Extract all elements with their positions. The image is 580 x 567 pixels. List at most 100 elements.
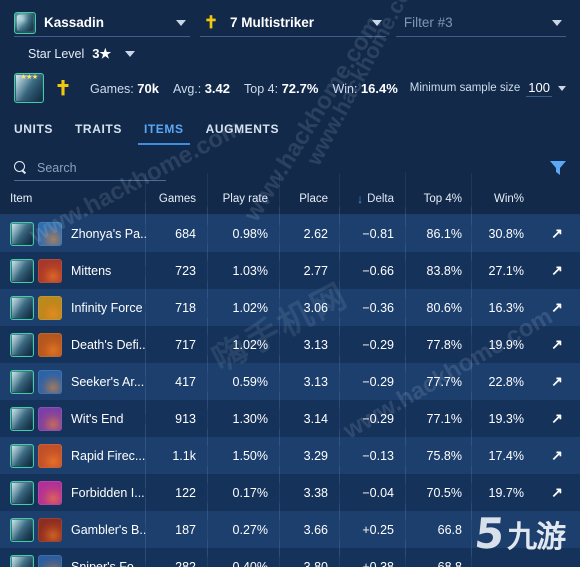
- row-icons: [10, 221, 62, 246]
- column-header-delta-label: Delta: [367, 192, 394, 205]
- cell-games: 417: [146, 354, 208, 409]
- row-icons: [10, 406, 62, 431]
- cell-play-rate: 1.02%: [208, 317, 280, 372]
- column-header-top4[interactable]: Top 4%: [406, 172, 472, 225]
- expand-row-button[interactable]: ↗: [534, 411, 580, 426]
- table-row[interactable]: Seeker's Ar... 417 0.59% 3.13 −0.29 77.7% 22.8…: [0, 349, 580, 414]
- search-box[interactable]: [14, 155, 166, 181]
- cell-win: 30.8%: [488, 226, 524, 241]
- column-header-item[interactable]: Item: [0, 172, 146, 225]
- filter-three-dropdown[interactable]: Filter #3: [395, 9, 566, 37]
- funnel-filter-icon[interactable]: [550, 161, 566, 175]
- cell-place: 3.38: [280, 465, 340, 520]
- cell-place: 3.06: [280, 280, 340, 335]
- tab-traits[interactable]: TRAITS: [75, 113, 122, 145]
- expand-row-button[interactable]: ↗: [534, 226, 580, 241]
- cell-play-rate: 0.40%: [208, 539, 280, 567]
- table-row[interactable]: Forbidden I... 122 0.17% 3.38 −0.04 70.5% 19.7…: [0, 460, 580, 525]
- summary-bar: ★★★ ✝ Games: 70k Avg.: 3.42 Top 4: 72.7%…: [0, 65, 580, 113]
- row-icons: [10, 332, 62, 357]
- cell-play-rate: 1.03%: [208, 243, 280, 298]
- cell-place: 3.66: [280, 502, 340, 557]
- champion-portrait-icon: [10, 369, 34, 394]
- expand-row-button[interactable]: ↗: [534, 448, 580, 463]
- item-icon: [38, 258, 62, 283]
- champion-filter-dropdown[interactable]: Kassadin: [14, 9, 191, 37]
- table-row[interactable]: Gambler's B...1870.27%3.66+0.2566.8↗: [0, 497, 580, 562]
- cell-delta: −0.29: [340, 391, 406, 446]
- cell-top4: 86.1%: [406, 206, 472, 261]
- expand-row-button[interactable]: ↗: [534, 263, 580, 278]
- row-icons: [10, 480, 62, 505]
- cell-win: 19.9%: [488, 337, 524, 352]
- cell-item: Forbidden I...: [0, 460, 146, 525]
- cell-top4: 68.8: [406, 539, 472, 567]
- champion-portrait-icon: [10, 443, 34, 468]
- cell-top4: 75.8%: [406, 428, 472, 483]
- expand-arrows-icon: ↗: [551, 447, 563, 463]
- expand-row-button[interactable]: ↗: [534, 374, 580, 389]
- cell-top4: 70.5%: [406, 465, 472, 520]
- sort-descending-icon: ↓: [357, 191, 364, 206]
- table-row[interactable]: Mittens 723 1.03% 2.77 −0.66 83.8% 27.1% ↗: [0, 238, 580, 303]
- star-level-value: 3★: [92, 46, 112, 61]
- table-row[interactable]: Wit's End 913 1.30% 3.14 −0.29 77.1% 19.3% ↗: [0, 386, 580, 451]
- cell-delta: −0.36: [340, 280, 406, 335]
- cell-play-rate: 0.17%: [208, 465, 280, 520]
- expand-row-button[interactable]: ↗: [534, 485, 580, 500]
- cell-place: 3.13: [280, 354, 340, 409]
- column-header-place[interactable]: Place: [280, 172, 340, 225]
- champion-portrait-icon: [10, 554, 34, 567]
- star-level-dropdown[interactable]: Star Level 3★: [0, 37, 580, 65]
- cell-games: 1.1k: [146, 428, 208, 483]
- search-row: [0, 145, 580, 183]
- cell-place: 2.62: [280, 206, 340, 261]
- minimum-sample-size-value[interactable]: 100: [526, 80, 552, 97]
- expand-arrows-icon: ↗: [551, 484, 563, 500]
- champion-portrait-icon: [10, 258, 34, 283]
- cell-delta: +0.25: [340, 502, 406, 557]
- expand-row-button[interactable]: ↗: [534, 300, 580, 315]
- cell-delta: −0.13: [340, 428, 406, 483]
- column-header-play-rate[interactable]: Play rate: [208, 172, 280, 225]
- trait-filter-label: 7 Multistriker: [230, 15, 315, 30]
- item-icon: [38, 369, 62, 394]
- cell-item: Seeker's Ar...: [0, 349, 146, 414]
- expand-arrows-icon: ↗: [551, 225, 563, 241]
- column-header-games[interactable]: Games: [146, 172, 208, 225]
- cell-win: 27.1%: [488, 263, 524, 278]
- summary-champion-icon: ★★★: [14, 73, 44, 103]
- tab-items[interactable]: ITEMS: [137, 113, 190, 145]
- search-input[interactable]: [37, 160, 155, 175]
- champion-filter-label: Kassadin: [44, 15, 105, 30]
- table-row[interactable]: Zhonya's Pa... 684 0.98% 2.62 −0.81 86.1% 30.8…: [0, 201, 580, 266]
- column-header-win[interactable]: Win%: [472, 193, 534, 205]
- cell-play-rate: 1.30%: [208, 391, 280, 446]
- cell-win: 16.3%: [488, 300, 524, 315]
- chevron-down-icon: [558, 85, 566, 91]
- cell-games: 718: [146, 280, 208, 335]
- tab-augments[interactable]: AUGMENTS: [206, 113, 279, 145]
- cell-games: 282: [146, 539, 208, 567]
- table-row[interactable]: Rapid Firec... 1.1k 1.50% 3.29 −0.13 75.8% 17.…: [0, 423, 580, 488]
- table-row[interactable]: Infinity Force 718 1.02% 3.06 −0.36 80.6% 16.3…: [0, 275, 580, 340]
- table-header-row: Item Games Play rate Place ↓ Delta Top 4…: [0, 171, 580, 226]
- expand-arrows-icon: ↗: [551, 410, 563, 426]
- summary-stats: Games: 70k Avg.: 3.42 Top 4: 72.7% Win: …: [90, 81, 398, 96]
- table-row[interactable]: Death's Defi... 717 1.02% 3.13 −0.29 77.8% 19.…: [0, 312, 580, 377]
- minimum-sample-size-control[interactable]: Minimum sample size 100: [410, 80, 566, 97]
- trait-filter-dropdown[interactable]: ✝ 7 Multistriker: [200, 9, 386, 37]
- table-row[interactable]: Sniper's Fo...2820.40%3.80+0.3868.8↗: [0, 534, 580, 567]
- expand-row-button[interactable]: ↗: [534, 337, 580, 352]
- cell-play-rate: 0.59%: [208, 354, 280, 409]
- column-header-delta[interactable]: ↓ Delta: [340, 171, 406, 226]
- cell-place: 3.80: [280, 539, 340, 567]
- tab-bar: UNITS TRAITS ITEMS AUGMENTS: [0, 113, 580, 145]
- cell-top4: 77.7%: [406, 354, 472, 409]
- item-name: Gambler's B...: [71, 522, 146, 537]
- cell-play-rate: 1.02%: [208, 280, 280, 335]
- cell-play-rate: 0.27%: [208, 502, 280, 557]
- tab-units[interactable]: UNITS: [14, 113, 53, 145]
- star-level-label: Star Level: [28, 47, 85, 61]
- cell-top4: 77.1%: [406, 391, 472, 446]
